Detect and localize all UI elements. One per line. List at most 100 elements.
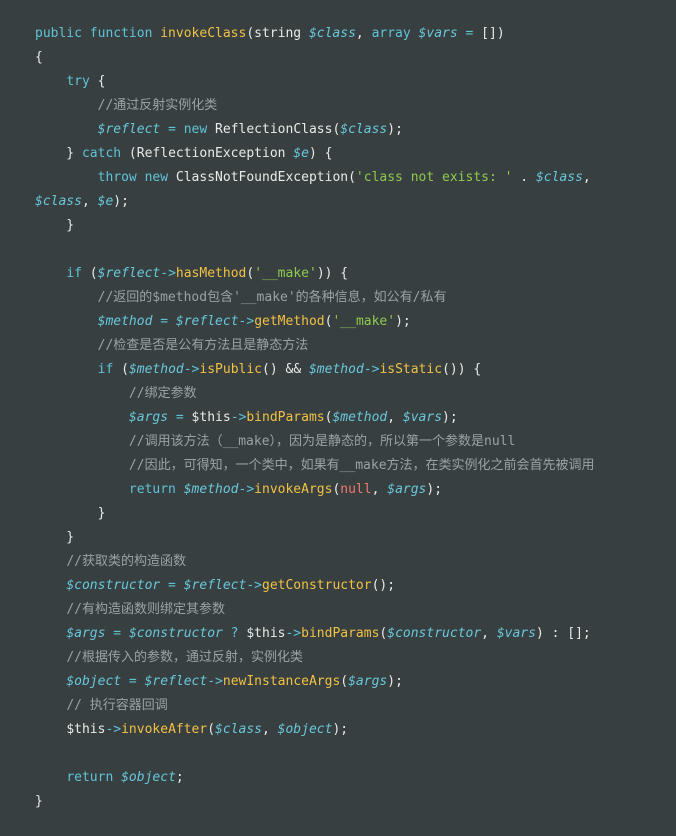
code-token: new [183,122,216,137]
code-token: (ReflectionException [121,146,294,161]
code-line: //根据传入的参数，通过反射，实例化类 [35,646,676,670]
code-token: $e [97,194,114,209]
code-line: $args = $this->bindParams($method, $vars… [35,406,676,430]
code-token: // 执行容器回调 [66,698,168,713]
code-token: $class [215,722,262,737]
code-token: = [457,26,482,41]
code-token: { [89,74,106,89]
code-token: invokeClass [160,26,247,41]
code-token: //因此，可得知，一个类中，如果有__make方法，在类实例化之前会首先被调用 [128,458,595,473]
code-line: public function invokeClass(string $clas… [35,22,676,46]
code-token: if [97,362,114,377]
code-token: ); [442,410,458,425]
code-token: //返回的$method包含'__make'的各种信息，如公有/私有 [97,290,447,305]
code-token: //调用该方法（__make），因为是静态的，所以第一个参数是null [128,434,516,449]
code-line: $constructor = $reflect->getConstructor(… [35,574,676,598]
code-token: $class [35,194,82,209]
code-token: //绑定参数 [128,386,197,401]
code-token: $args [66,626,106,641]
code-token: ); [332,722,349,737]
code-token: ( [246,266,255,281]
code-token: } [35,506,106,521]
code-token: $reflect [175,314,239,329]
code-token: -> [207,674,223,689]
code-token: $vars [402,410,443,425]
code-token: return [128,482,184,497]
code-token: = [160,578,184,593]
code-token: isPublic [199,362,263,377]
code-token: , [371,482,388,497]
code-token: $e [293,146,309,161]
code-line: if ($method->isPublic() && $method->isSt… [35,358,676,382]
code-token: -> [105,722,122,737]
code-token: invokeAfter [121,722,208,737]
code-line: //检查是否是公有方法且是静态方法 [35,334,676,358]
code-line: $class, $e); [35,190,676,214]
code-token: , [582,170,591,185]
code-line: //通过反射实例化类 [35,94,676,118]
code-token: array [371,26,419,41]
code-line: //获取类的构造函数 [35,550,676,574]
code-token: //检查是否是公有方法且是静态方法 [97,338,309,353]
code-line: $object = $reflect->newInstanceArgs($arg… [35,670,676,694]
code-token: ); [113,194,129,209]
code-line: //绑定参数 [35,382,676,406]
code-token: public function [35,26,161,41]
code-line: } [35,502,676,526]
code-token: $constructor [128,626,223,641]
code-line: // 执行容器回调 [35,694,676,718]
code-line: //返回的$method包含'__make'的各种信息，如公有/私有 [35,286,676,310]
code-token: '__make' [332,314,396,329]
code-token: . [512,170,536,185]
code-token: ) { [308,146,333,161]
code-token: -> [230,410,247,425]
code-token: newInstanceArgs [222,674,341,689]
code-line: $reflect = new ReflectionClass($class); [35,118,676,142]
code-line: { [35,46,676,70]
code-token: -> [183,362,200,377]
code-line: } catch (ReflectionException $e) { [35,142,676,166]
code-token: ( [81,266,98,281]
code-token: $reflect [97,266,161,281]
code-token: getConstructor [262,578,372,593]
code-token: ? [222,626,247,641]
code-token: = [152,314,176,329]
code-line: throw new ClassNotFoundException('class … [35,166,676,190]
code-token: $reflect [97,122,161,137]
code-token: $method [128,362,184,377]
code-token: bindParams [246,410,325,425]
code-token: -> [285,626,302,641]
code-token: $args [348,674,388,689]
code-token: $method [308,362,364,377]
code-token: $class [535,170,583,185]
code-line: } [35,790,676,814]
code-token: , [81,194,98,209]
code-token: -> [238,314,255,329]
code-token: '__make' [254,266,317,281]
code-token: $this [66,722,106,737]
code-token: } [35,146,82,161]
code-token: null [340,482,372,497]
code-token: $reflect [183,578,247,593]
code-token: (string [246,26,309,41]
code-token: } [35,530,75,545]
code-token: = [105,626,129,641]
code-token: = [160,122,184,137]
code-token: ()) { [442,362,482,377]
